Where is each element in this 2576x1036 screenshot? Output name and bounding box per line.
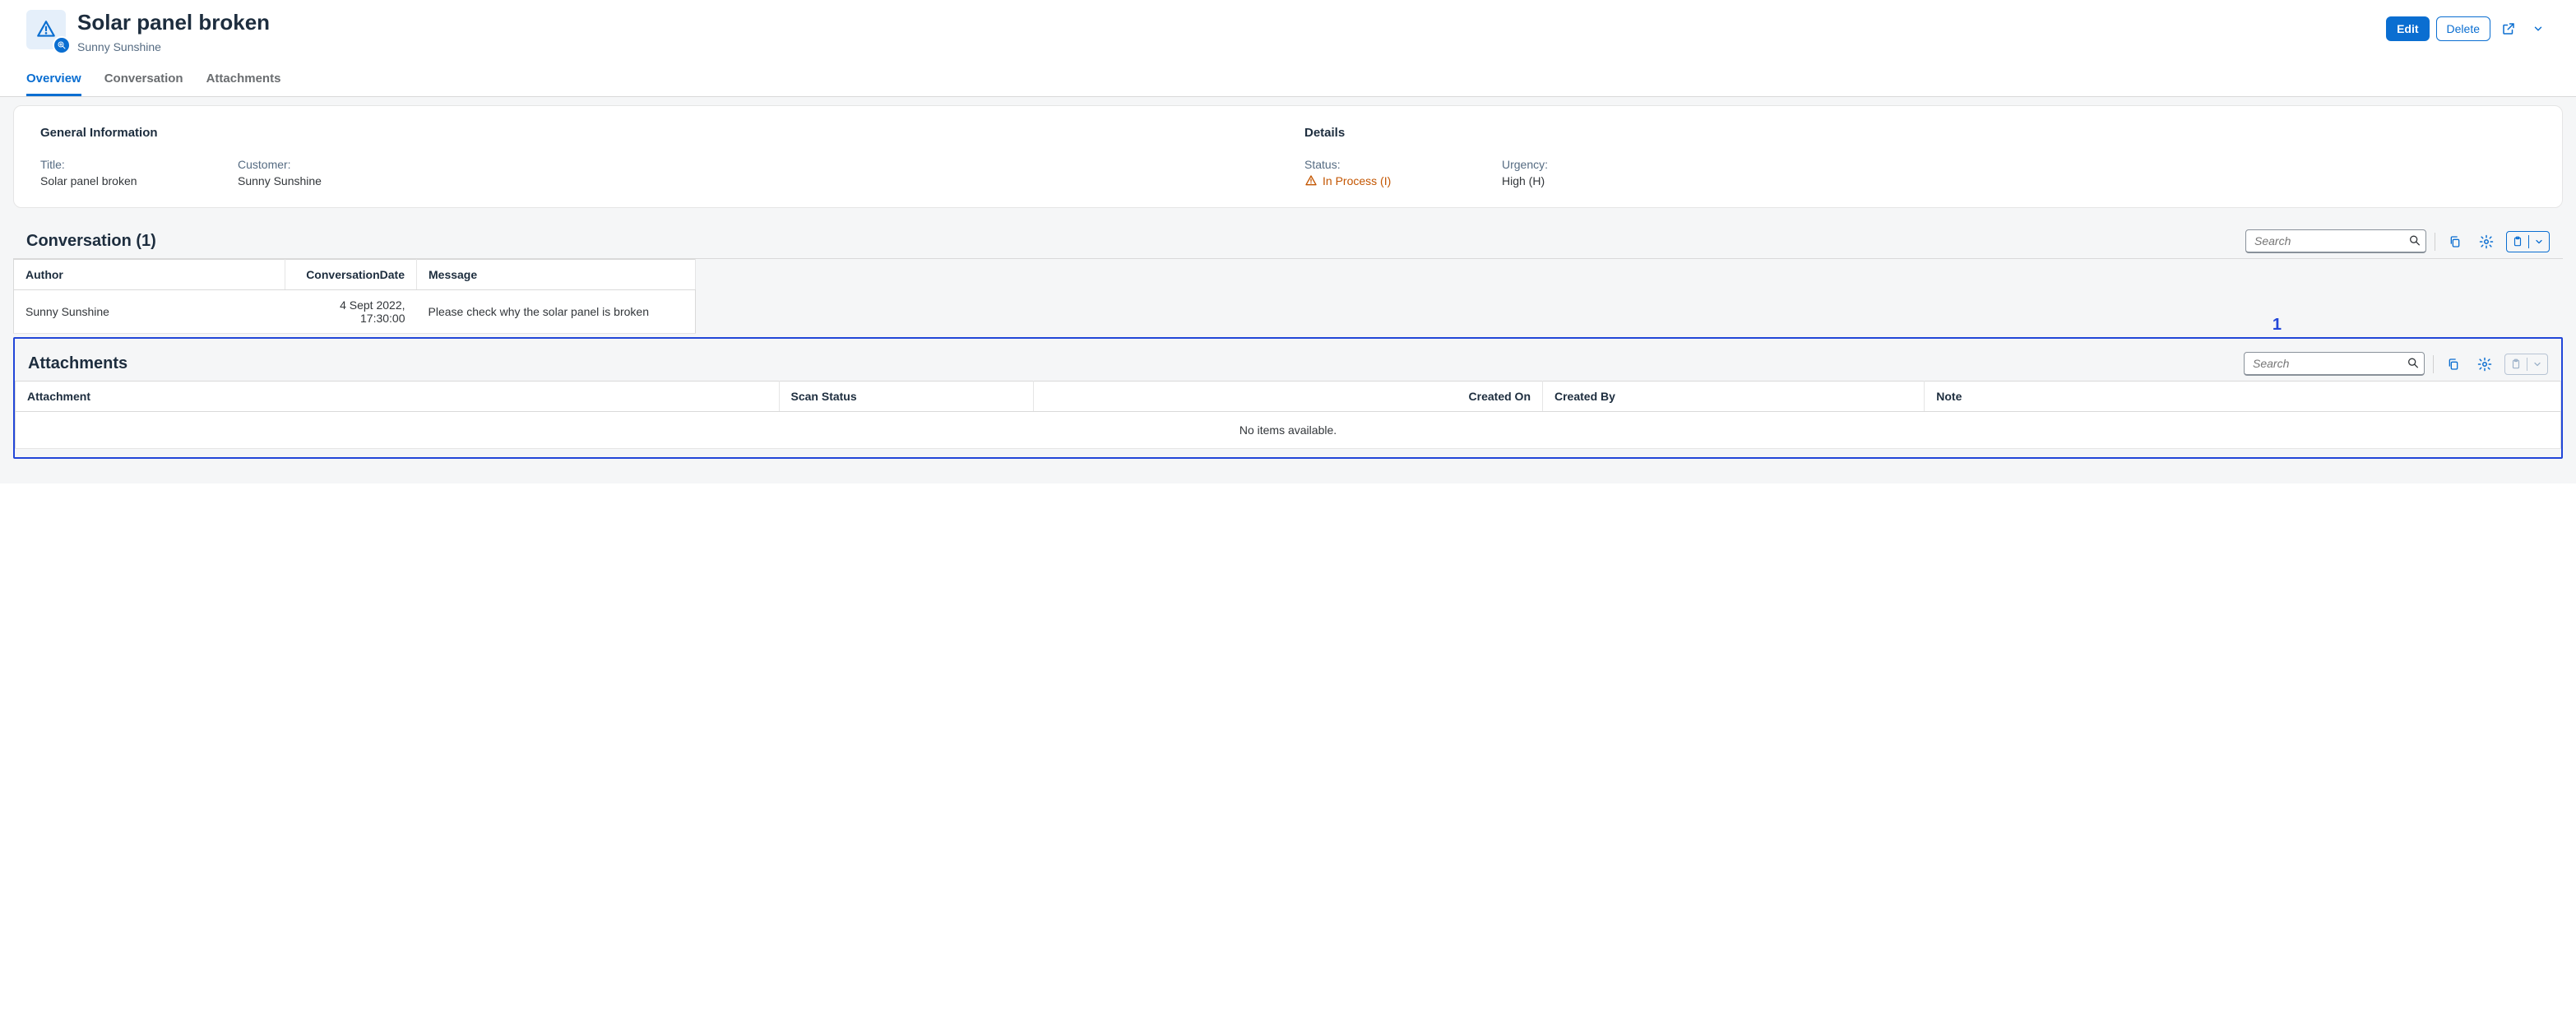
status-value: In Process (I) — [1304, 174, 1452, 187]
general-heading: General Information — [40, 126, 1272, 140]
page-subtitle: Sunny Sunshine — [77, 40, 270, 53]
customer-label: Customer: — [238, 158, 386, 171]
header-more-icon[interactable] — [2527, 17, 2550, 40]
col-message[interactable]: Message — [417, 260, 696, 290]
warning-icon — [1304, 174, 1318, 187]
search-icon[interactable] — [2407, 356, 2420, 372]
title-value: Solar panel broken — [40, 174, 188, 187]
col-created-by[interactable]: Created By — [1543, 382, 1925, 412]
status-label: Status: — [1304, 158, 1452, 171]
tab-attachments[interactable]: Attachments — [206, 72, 281, 96]
col-author[interactable]: Author — [14, 260, 285, 290]
conversation-table: Author ConversationDate Message Sunny Su… — [13, 259, 696, 334]
attachments-table: Attachment Scan Status Created On Create… — [15, 381, 2561, 449]
tabs: Overview Conversation Attachments — [0, 53, 2576, 97]
zoom-badge-icon — [53, 36, 71, 54]
status-text: In Process (I) — [1323, 174, 1391, 187]
paste-icon[interactable] — [2507, 232, 2528, 252]
copy-icon[interactable] — [2444, 230, 2467, 253]
details-heading: Details — [1304, 126, 2536, 140]
paste-dropdown[interactable] — [2506, 231, 2550, 252]
attachments-heading: Attachments — [28, 354, 127, 373]
chevron-down-icon — [2527, 354, 2547, 374]
empty-message: No items available. — [16, 412, 2561, 449]
conversation-heading: Conversation (1) — [26, 232, 156, 251]
attachments-search-input[interactable] — [2244, 352, 2425, 376]
cell-date: 4 Sept 2022, 17:30:00 — [285, 290, 417, 334]
divider — [2433, 355, 2434, 373]
col-created-on[interactable]: Created On — [1034, 382, 1543, 412]
copy-icon[interactable] — [2442, 353, 2465, 376]
tab-conversation[interactable]: Conversation — [104, 72, 183, 96]
settings-icon[interactable] — [2473, 353, 2496, 376]
col-note[interactable]: Note — [1925, 382, 2561, 412]
col-attachment[interactable]: Attachment — [16, 382, 780, 412]
search-icon[interactable] — [2408, 234, 2421, 249]
edit-button[interactable]: Edit — [2386, 16, 2429, 41]
col-scan[interactable]: Scan Status — [779, 382, 1034, 412]
col-date[interactable]: ConversationDate — [285, 260, 417, 290]
tab-overview[interactable]: Overview — [26, 72, 81, 96]
urgency-label: Urgency: — [1502, 158, 1650, 171]
title-label: Title: — [40, 158, 188, 171]
cell-author: Sunny Sunshine — [14, 290, 285, 334]
conversation-search-input[interactable] — [2245, 229, 2426, 253]
settings-icon[interactable] — [2475, 230, 2498, 253]
entity-icon — [26, 10, 66, 49]
empty-row: No items available. — [16, 412, 2561, 449]
paste-icon — [2505, 354, 2527, 374]
table-row[interactable]: Sunny Sunshine 4 Sept 2022, 17:30:00 Ple… — [14, 290, 696, 334]
page-title: Solar panel broken — [77, 10, 270, 35]
share-icon[interactable] — [2497, 17, 2520, 40]
paste-dropdown-disabled — [2504, 354, 2548, 375]
callout-number: 1 — [2273, 316, 2282, 335]
urgency-value: High (H) — [1502, 174, 1650, 187]
delete-button[interactable]: Delete — [2436, 16, 2490, 41]
customer-value: Sunny Sunshine — [238, 174, 386, 187]
cell-message: Please check why the solar panel is brok… — [417, 290, 696, 334]
chevron-down-icon[interactable] — [2529, 232, 2549, 252]
